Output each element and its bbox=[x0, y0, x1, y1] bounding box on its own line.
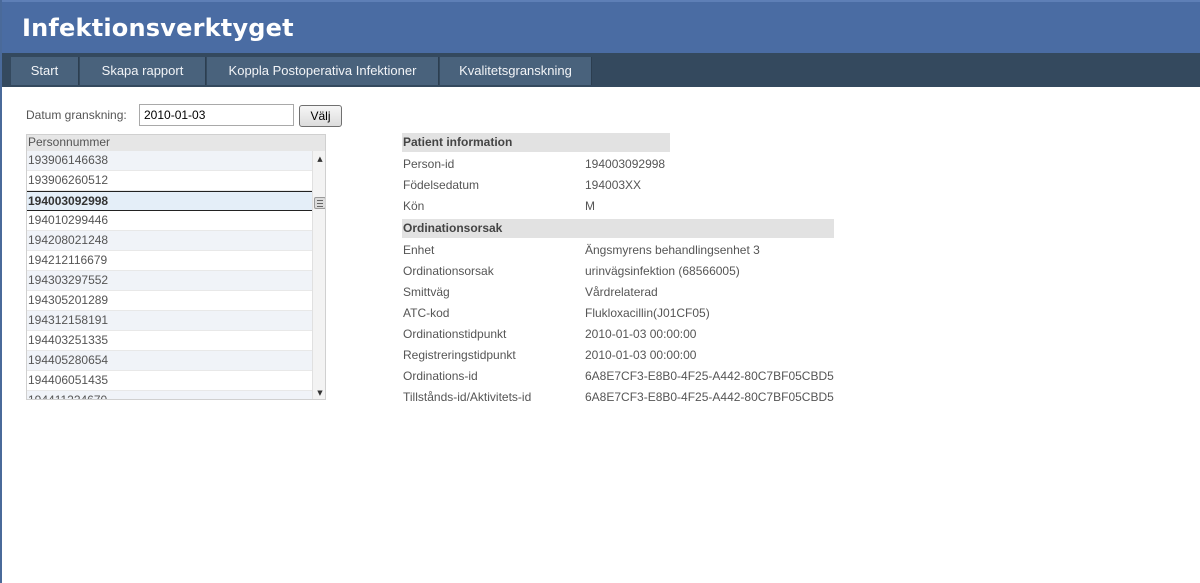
info-value: 6A8E7CF3-E8B0-4F25-A442-80C7BF05CBD5 bbox=[585, 369, 834, 383]
list-item[interactable]: 194010299446 bbox=[27, 211, 312, 231]
list-item[interactable]: 194406051435 bbox=[27, 371, 312, 391]
info-value: 6A8E7CF3-E8B0-4F25-A442-80C7BF05CBD5 bbox=[585, 390, 834, 404]
down-arrow-icon[interactable]: ▼ bbox=[313, 387, 325, 399]
info-value: 2010-01-03 00:00:00 bbox=[585, 348, 697, 362]
list-item[interactable]: 194411224670 bbox=[27, 391, 312, 399]
app-title: Infektionsverktyget bbox=[22, 14, 294, 42]
list-item[interactable]: 194312158191 bbox=[27, 311, 312, 331]
up-arrow-icon[interactable]: ▲ bbox=[313, 153, 325, 165]
nav-skapa-rapport[interactable]: Skapa rapport bbox=[80, 57, 206, 85]
info-value: Vårdrelaterad bbox=[585, 285, 658, 299]
date-label: Datum granskning: bbox=[26, 108, 127, 122]
list-item[interactable]: 194303297552 bbox=[27, 271, 312, 291]
info-value: 194003092998 bbox=[585, 157, 666, 171]
info-label: Kön bbox=[403, 199, 425, 213]
info-label: Smittväg bbox=[403, 285, 450, 299]
nav-start[interactable]: Start bbox=[11, 57, 79, 85]
info-value: M bbox=[585, 199, 595, 213]
info-label: Ordinationsorsak bbox=[403, 264, 494, 278]
info-label: Enhet bbox=[403, 243, 435, 257]
info-value: urinvägsinfektion (68566005) bbox=[585, 264, 740, 278]
list-header: Personnummer bbox=[27, 135, 325, 151]
list-item[interactable]: 193906260512 bbox=[27, 171, 312, 191]
list-item[interactable]: 194212116679 bbox=[27, 251, 312, 271]
list-item[interactable]: 194405280654 bbox=[27, 351, 312, 371]
list-item-selected[interactable]: 194003092998 bbox=[27, 191, 312, 211]
info-label: ATC-kod bbox=[403, 306, 450, 320]
personnummer-list: Personnummer 193906146638 193906260512 1… bbox=[26, 134, 326, 400]
info-label: Tillstånds-id/Aktivitets-id bbox=[403, 390, 532, 404]
date-input[interactable] bbox=[139, 104, 294, 126]
info-value: 194003XX bbox=[585, 178, 642, 192]
list-scrollbar[interactable]: ▲ ▼ bbox=[312, 151, 325, 399]
nav-koppla-postoperativa-infektioner[interactable]: Koppla Postoperativa Infektioner bbox=[207, 57, 439, 85]
list-item[interactable]: 194305201289 bbox=[27, 291, 312, 311]
list-item[interactable]: 194208021248 bbox=[27, 231, 312, 251]
info-label: Ordinations-id bbox=[403, 369, 478, 383]
info-label: Ordinationstidpunkt bbox=[403, 327, 507, 341]
nav-kvalitetsgranskning[interactable]: Kvalitetsgranskning bbox=[440, 57, 592, 85]
grip-icon[interactable] bbox=[314, 197, 325, 209]
patient-information-heading: Patient information bbox=[402, 133, 670, 152]
app-frame: Infektionsverktyget Start Skapa rapport … bbox=[0, 0, 1200, 583]
app-header: Infektionsverktyget bbox=[2, 0, 1200, 53]
info-value: Ängsmyrens behandlingsenhet 3 bbox=[585, 243, 760, 257]
main-nav: Start Skapa rapport Koppla Postoperativa… bbox=[2, 53, 1200, 87]
info-value: 2010-01-03 00:00:00 bbox=[585, 327, 697, 341]
info-value: Flukloxacillin(J01CF05) bbox=[585, 306, 710, 320]
info-label: Födelsedatum bbox=[403, 178, 480, 192]
info-label: Person-id bbox=[403, 157, 455, 171]
list-body: 193906146638 193906260512 194003092998 1… bbox=[27, 151, 312, 399]
list-item[interactable]: 194403251335 bbox=[27, 331, 312, 351]
info-label: Registreringstidpunkt bbox=[403, 348, 516, 362]
valj-button[interactable]: Välj bbox=[299, 105, 342, 127]
ordinationsorsak-heading: Ordinationsorsak bbox=[402, 219, 834, 238]
list-item[interactable]: 193906146638 bbox=[27, 151, 312, 171]
